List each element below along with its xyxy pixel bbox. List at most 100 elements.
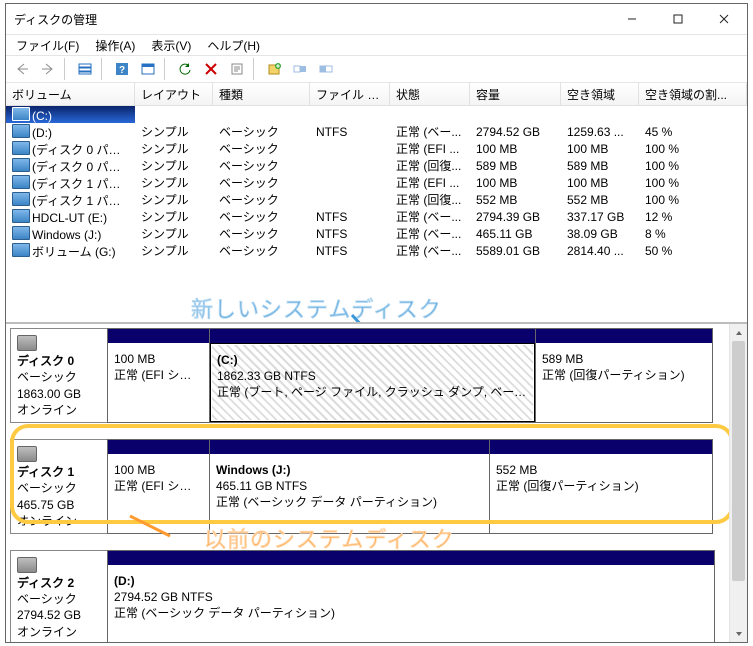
refresh-button[interactable] xyxy=(173,57,197,81)
properties-button[interactable] xyxy=(225,57,249,81)
volume-row[interactable]: (C:)シンプルベーシックNTFS正常 (ブート...1862.33 GB180… xyxy=(6,106,747,123)
volume-row[interactable]: (ディスク 0 パーティシ...シンプルベーシック正常 (回復...589 MB… xyxy=(6,157,747,174)
cell-free: 552 MB xyxy=(561,193,639,207)
cell-state: 正常 (ベー... xyxy=(390,208,470,225)
cell-cap: 465.11 GB xyxy=(470,227,561,241)
partition-body: (C:)1862.33 GB NTFS正常 (ブート, ページ ファイル, クラ… xyxy=(210,343,535,422)
volume-row[interactable]: ボリューム (G:)シンプルベーシックNTFS正常 (ベー...5589.01 … xyxy=(6,242,747,259)
new-volume-button[interactable] xyxy=(262,57,286,81)
minimize-button[interactable] xyxy=(609,4,655,34)
partition-color-bar xyxy=(108,440,209,454)
partition[interactable]: 552 MB正常 (回復パーティション) xyxy=(489,439,713,534)
nav-forward-button[interactable] xyxy=(36,57,60,81)
volume-icon xyxy=(12,107,30,121)
partition-strip: 100 MB正常 (EFI システムWindows (J:)465.11 GB … xyxy=(108,439,747,534)
nav-back-button[interactable] xyxy=(10,57,34,81)
cell-free: 1808.43 ... xyxy=(561,108,639,122)
cell-type: ベーシック xyxy=(213,242,310,259)
annotation-new-system-disk: 新しいシステムディスク xyxy=(191,292,442,324)
partition[interactable]: 589 MB正常 (回復パーティション) xyxy=(535,328,713,423)
cell-pct: 8 % xyxy=(639,227,747,241)
cell-layout: シンプル xyxy=(135,106,213,123)
menu-file[interactable]: ファイル(F) xyxy=(10,36,85,55)
partition-strip: (D:)2794.52 GB NTFS正常 (ベーシック データ パーティション… xyxy=(108,550,747,642)
disk-header[interactable]: ディスク 2ベーシック2794.52 GBオンライン xyxy=(10,550,108,642)
col-volume[interactable]: ボリューム xyxy=(6,83,135,105)
col-pct[interactable]: 空き領域の割... xyxy=(639,83,747,105)
cell-pct: 45 % xyxy=(639,125,747,139)
cell-free: 589 MB xyxy=(561,159,639,173)
menubar: ファイル(F) 操作(A) 表示(V) ヘルプ(H) xyxy=(6,35,747,55)
titlebar[interactable]: ディスクの管理 xyxy=(6,4,747,35)
volume-row[interactable]: Windows (J:)シンプルベーシックNTFS正常 (ベー...465.11… xyxy=(6,225,747,242)
extend-volume-button[interactable] xyxy=(288,57,312,81)
volume-row[interactable]: (ディスク 0 パーティシ...シンプルベーシック正常 (EFI ...100 … xyxy=(6,140,747,157)
menu-help[interactable]: ヘルプ(H) xyxy=(201,36,266,55)
cell-cap: 100 MB xyxy=(470,176,561,190)
scroll-down-button[interactable] xyxy=(730,625,747,642)
volume-list[interactable]: ボリューム レイアウト 種類 ファイル システム 状態 容量 空き領域 空き領域… xyxy=(6,83,747,324)
partition[interactable]: Windows (J:)465.11 GB NTFS正常 (ベーシック データ … xyxy=(209,439,490,534)
volume-row[interactable]: (D:)シンプルベーシックNTFS正常 (ベー...2794.52 GB1259… xyxy=(6,123,747,140)
col-fs[interactable]: ファイル システム xyxy=(310,83,390,105)
col-free[interactable]: 空き領域 xyxy=(561,83,639,105)
vertical-scrollbar[interactable] xyxy=(729,324,747,642)
cell-fs: NTFS xyxy=(310,108,390,122)
cell-type: ベーシック xyxy=(213,191,310,208)
list-header[interactable]: ボリューム レイアウト 種類 ファイル システム 状態 容量 空き領域 空き領域… xyxy=(6,83,747,106)
maximize-button[interactable] xyxy=(655,4,701,34)
scroll-up-button[interactable] xyxy=(730,324,747,341)
cell-fs: NTFS xyxy=(310,227,390,241)
partition[interactable]: 100 MB正常 (EFI システム xyxy=(107,439,210,534)
cell-free: 100 MB xyxy=(561,176,639,190)
cell-state: 正常 (回復... xyxy=(390,191,470,208)
view-graphical-button[interactable] xyxy=(136,57,160,81)
cell-cap: 100 MB xyxy=(470,142,561,156)
cell-type: ベーシック xyxy=(213,123,310,140)
disk-header[interactable]: ディスク 0ベーシック1863.00 GBオンライン xyxy=(10,328,108,423)
cell-vol: (ディスク 0 パーティシ... xyxy=(6,140,135,158)
cell-pct: 100 % xyxy=(639,193,747,207)
volume-row[interactable]: (ディスク 1 パーティシ...シンプルベーシック正常 (EFI ...100 … xyxy=(6,174,747,191)
partition[interactable]: (D:)2794.52 GB NTFS正常 (ベーシック データ パーティション… xyxy=(107,550,715,642)
scroll-thumb[interactable] xyxy=(732,341,745,581)
partition-strip: 100 MB正常 (EFI システム(C:)1862.33 GB NTFS正常 … xyxy=(108,328,747,423)
view-list-button[interactable] xyxy=(73,57,97,81)
cell-type: ベーシック xyxy=(213,225,310,242)
disk-icon xyxy=(17,335,37,351)
volume-row[interactable]: (ディスク 1 パーティシ...シンプルベーシック正常 (回復...552 MB… xyxy=(6,191,747,208)
disk-header[interactable]: ディスク 1ベーシック465.75 GBオンライン xyxy=(10,439,108,534)
cell-layout: シンプル xyxy=(135,191,213,208)
disk-management-window: ディスクの管理 ファイル(F) 操作(A) 表示(V) ヘルプ(H) ? xyxy=(5,3,748,643)
partition[interactable]: 100 MB正常 (EFI システム xyxy=(107,328,210,423)
col-layout[interactable]: レイアウト xyxy=(135,83,213,105)
cell-layout: シンプル xyxy=(135,242,213,259)
partition[interactable]: (C:)1862.33 GB NTFS正常 (ブート, ページ ファイル, クラ… xyxy=(209,328,536,423)
cell-pct: 97 % xyxy=(639,108,747,122)
volume-row[interactable]: HDCL-UT (E:)シンプルベーシックNTFS正常 (ベー...2794.3… xyxy=(6,208,747,225)
cell-type: ベーシック xyxy=(213,140,310,157)
partition-body: 100 MB正常 (EFI システム xyxy=(108,454,209,533)
cell-vol: HDCL-UT (E:) xyxy=(6,208,135,225)
help-button[interactable]: ? xyxy=(110,57,134,81)
disk-graphical-view[interactable]: ディスク 0ベーシック1863.00 GBオンライン100 MB正常 (EFI … xyxy=(6,324,747,642)
cell-state: 正常 (EFI ... xyxy=(390,140,470,157)
close-button[interactable] xyxy=(701,4,747,34)
disk-row: ディスク 1ベーシック465.75 GBオンライン100 MB正常 (EFI シ… xyxy=(10,439,747,534)
menu-view[interactable]: 表示(V) xyxy=(145,36,197,55)
delete-button[interactable] xyxy=(199,57,223,81)
cell-vol: Windows (J:) xyxy=(6,225,135,242)
partition-color-bar xyxy=(536,329,712,343)
col-cap[interactable]: 容量 xyxy=(470,83,561,105)
col-state[interactable]: 状態 xyxy=(390,83,470,105)
cell-layout: シンプル xyxy=(135,208,213,225)
shrink-volume-button[interactable] xyxy=(314,57,338,81)
cell-cap: 2794.52 GB xyxy=(470,125,561,139)
menu-action[interactable]: 操作(A) xyxy=(89,36,141,55)
cell-free: 2814.40 ... xyxy=(561,244,639,258)
cell-layout: シンプル xyxy=(135,225,213,242)
cell-pct: 100 % xyxy=(639,159,747,173)
cell-fs: NTFS xyxy=(310,125,390,139)
cell-vol: ボリューム (G:) xyxy=(6,242,135,260)
col-type[interactable]: 種類 xyxy=(213,83,310,105)
